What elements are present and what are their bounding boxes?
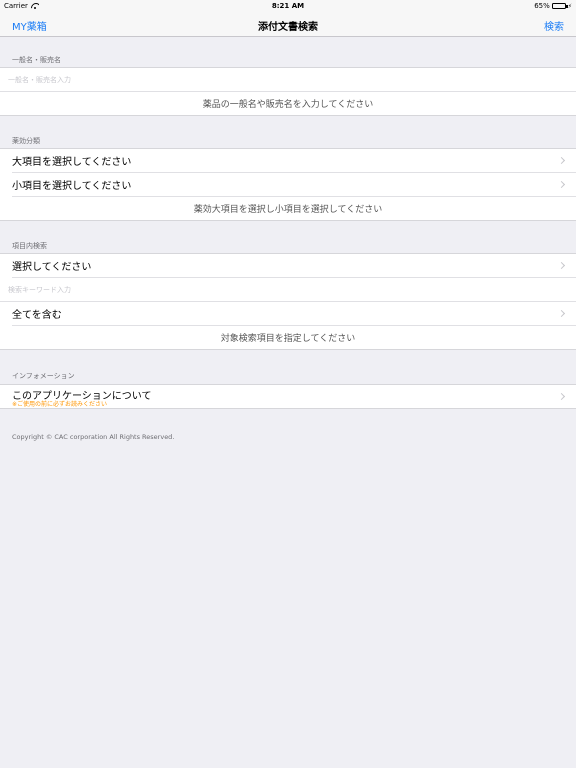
match-mode-label: 全てを含む — [12, 310, 62, 321]
minor-category-label: 小項目を選択してください — [12, 181, 132, 192]
chevron-right-icon — [557, 261, 566, 270]
charging-bolt-icon: ⚡ — [567, 2, 572, 10]
navigation-bar: MY薬箱 添付文書検索 検索 — [0, 12, 576, 37]
battery-percent: 65% — [534, 2, 550, 10]
status-battery: 65% ⚡ — [534, 2, 572, 10]
section-header-field: 項目内検索 — [12, 242, 47, 250]
group-field: 選択してください 全てを含む 対象検索項目を指定してください — [0, 253, 576, 350]
page-title: 添付文書検索 — [258, 22, 318, 33]
about-app-row[interactable]: このアプリケーションについて ※ご使用の前に必ずお読みください — [0, 385, 576, 409]
field-select-row[interactable]: 選択してください — [12, 254, 576, 278]
section-header-info: インフォメーション — [12, 372, 75, 380]
group-name: 薬品の一般名や販売名を入力してください — [0, 67, 576, 116]
search-button[interactable]: 検索 — [544, 18, 564, 33]
match-mode-row[interactable]: 全てを含む — [12, 302, 576, 326]
copyright-text: Copyright © CAC corporation All Rights R… — [12, 433, 175, 441]
name-hint: 薬品の一般名や販売名を入力してください — [0, 92, 576, 116]
group-category: 大項目を選択してください 小項目を選択してください 薬効大項目を選択し小項目を選… — [0, 148, 576, 221]
group-info: このアプリケーションについて ※ご使用の前に必ずお読みください — [0, 384, 576, 409]
battery-icon — [551, 3, 568, 9]
field-select-label: 選択してください — [12, 262, 92, 273]
about-app-note: ※ご使用の前に必ずお読みください — [12, 401, 108, 408]
keyword-input[interactable] — [8, 285, 568, 294]
chevron-right-icon — [557, 309, 566, 318]
keyword-input-row — [0, 278, 576, 302]
category-hint: 薬効大項目を選択し小項目を選択してください — [0, 197, 576, 221]
field-hint: 対象検索項目を指定してください — [0, 326, 576, 350]
name-input-row — [0, 68, 576, 92]
section-header-category: 薬効分類 — [12, 137, 40, 145]
chevron-right-icon — [557, 392, 566, 401]
status-time: 8:21 AM — [271, 2, 305, 10]
status-bar: Carrier 8:21 AM 65% ⚡ — [0, 0, 576, 12]
chevron-right-icon — [557, 180, 566, 189]
drug-name-input[interactable] — [8, 75, 568, 84]
major-category-label: 大項目を選択してください — [12, 157, 132, 168]
chevron-right-icon — [557, 156, 566, 165]
major-category-row[interactable]: 大項目を選択してください — [12, 149, 576, 173]
section-header-name: 一般名・販売名 — [12, 56, 61, 64]
minor-category-row[interactable]: 小項目を選択してください — [12, 173, 576, 197]
